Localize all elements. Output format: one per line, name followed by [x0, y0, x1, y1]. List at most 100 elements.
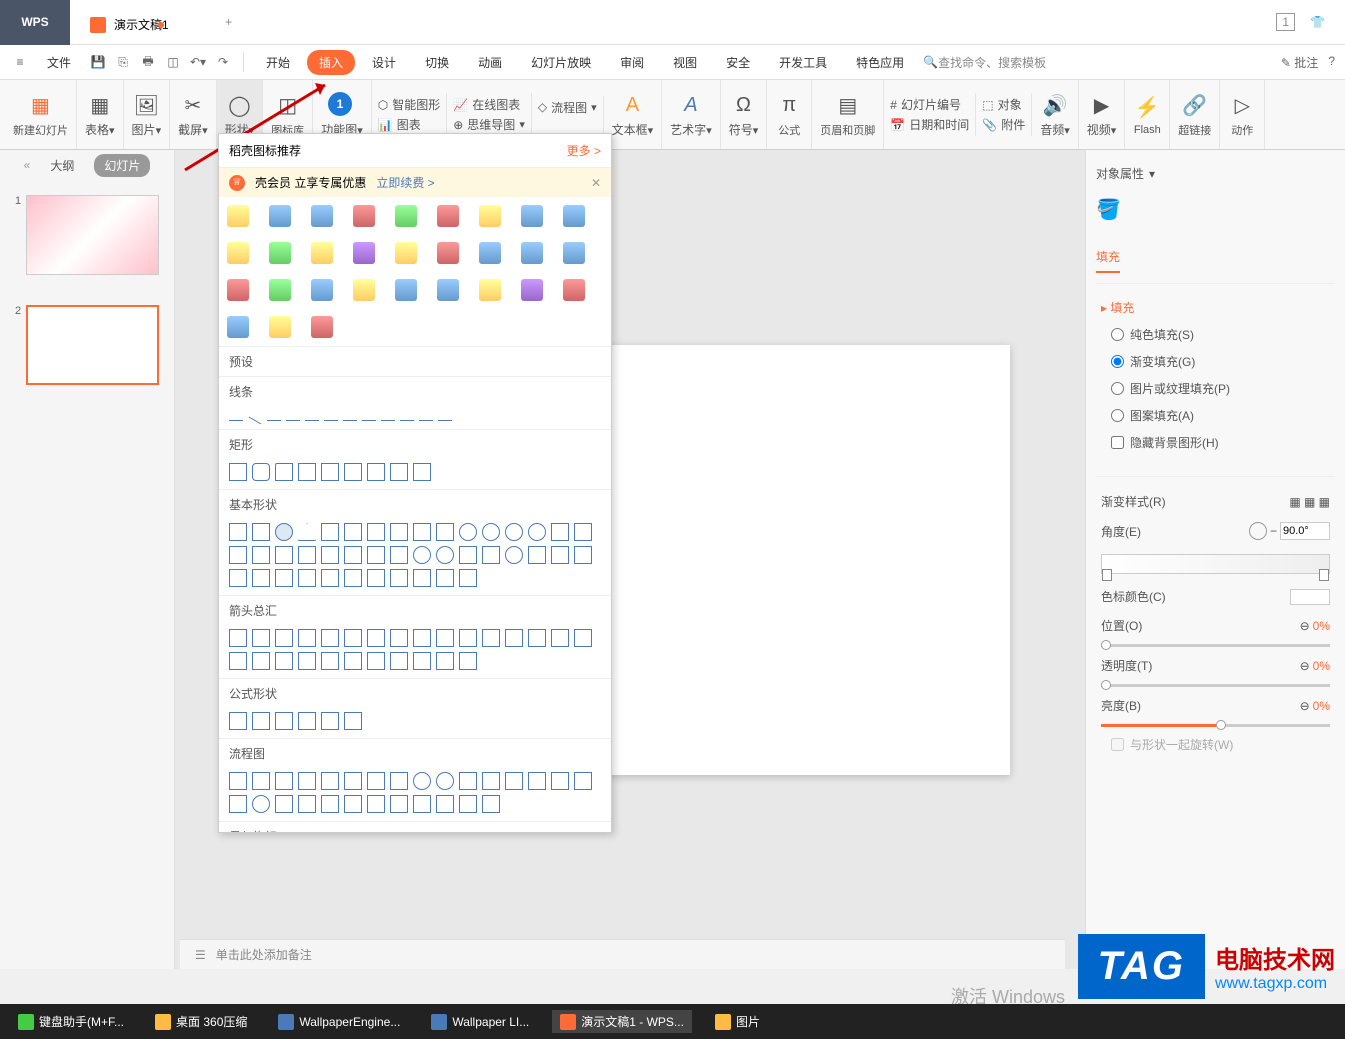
brightness-slider[interactable] — [1101, 720, 1330, 731]
close-banner-icon[interactable]: ✕ — [591, 176, 601, 190]
shape-arrow[interactable] — [298, 629, 316, 647]
wps-logo[interactable]: WPS — [0, 0, 70, 45]
shape-arrow[interactable] — [413, 652, 431, 670]
transparency-slider[interactable] — [1101, 680, 1330, 691]
shape-basic[interactable] — [482, 546, 500, 564]
shape-arrow[interactable] — [252, 652, 270, 670]
shirt-icon[interactable]: 👕 — [1310, 15, 1325, 29]
deco-icon[interactable] — [227, 316, 249, 338]
shape-oval[interactable] — [275, 523, 293, 541]
menu-special[interactable]: 特色应用 — [844, 50, 916, 75]
radio-pattern[interactable]: 图案填充(A) — [1101, 402, 1330, 429]
shape-flow[interactable] — [574, 772, 592, 790]
shape-flow[interactable] — [229, 795, 247, 813]
shape-line[interactable] — [400, 420, 414, 421]
deco-icon[interactable] — [227, 242, 249, 264]
shape-basic[interactable] — [298, 569, 316, 587]
shape-basic[interactable] — [252, 523, 270, 541]
deco-icon[interactable] — [269, 242, 291, 264]
deco-icon[interactable] — [479, 279, 501, 301]
shape-flow[interactable] — [459, 795, 477, 813]
shape-rect[interactable] — [321, 463, 339, 481]
minus-button[interactable]: − — [1270, 524, 1277, 538]
shape-flow[interactable] — [367, 772, 385, 790]
shape-flow[interactable] — [275, 795, 293, 813]
radio-picture[interactable]: 图片或纹理填充(P) — [1101, 375, 1330, 402]
angle-input[interactable] — [1280, 522, 1330, 540]
shape-basic[interactable] — [436, 569, 454, 587]
deco-icon[interactable] — [437, 279, 459, 301]
deco-icon[interactable] — [395, 205, 417, 227]
menu-file[interactable]: 文件 — [35, 50, 83, 75]
tab-outline[interactable]: 大纲 — [40, 154, 84, 177]
save-as-icon[interactable]: ⎘ — [113, 52, 133, 72]
help-icon[interactable]: ? — [1328, 54, 1335, 71]
taskbar-item[interactable]: 图片 — [707, 1010, 768, 1033]
deco-icon[interactable] — [395, 279, 417, 301]
check-rotate[interactable]: 与形状一起旋转(W) — [1101, 731, 1330, 758]
menu-slideshow[interactable]: 幻灯片放映 — [519, 50, 603, 75]
dec-button-2[interactable]: ⊖ — [1300, 659, 1310, 673]
position-slider[interactable] — [1101, 640, 1330, 651]
shape-flow[interactable] — [321, 772, 339, 790]
shape-flow[interactable] — [482, 795, 500, 813]
shape-basic[interactable] — [321, 523, 339, 541]
deco-icon[interactable] — [395, 242, 417, 264]
shape-arrow[interactable] — [551, 629, 569, 647]
shape-basic[interactable] — [459, 569, 477, 587]
menu-design[interactable]: 设计 — [360, 50, 408, 75]
shape-eq[interactable] — [275, 712, 293, 730]
tab-slides[interactable]: 幻灯片 — [94, 154, 150, 177]
fill-bucket-icon[interactable]: 🪣 — [1096, 199, 1121, 221]
shape-basic[interactable] — [252, 546, 270, 564]
shape-line[interactable] — [286, 420, 300, 421]
menu-dev[interactable]: 开发工具 — [767, 50, 839, 75]
shape-basic[interactable] — [413, 569, 431, 587]
shape-arrow[interactable] — [436, 652, 454, 670]
tool-flowchart[interactable]: ◇流程图▾ — [538, 99, 597, 116]
shape-basic[interactable] — [321, 546, 339, 564]
slide-thumb-1[interactable]: 1 — [10, 190, 164, 280]
tool-table[interactable]: ▦ 表格▾ — [77, 80, 124, 149]
deco-icon[interactable] — [353, 279, 375, 301]
notes-bar[interactable]: ☰ 单击此处添加备注 — [180, 939, 1065, 969]
deco-icon[interactable] — [311, 205, 333, 227]
deco-icon[interactable] — [227, 205, 249, 227]
menu-security[interactable]: 安全 — [714, 50, 762, 75]
shape-flow[interactable] — [390, 795, 408, 813]
tool-header-footer[interactable]: ▤ 页眉和页脚 — [812, 80, 884, 149]
tool-textbox[interactable]: A 文本框▾ — [604, 80, 663, 149]
tool-online-chart[interactable]: 📈在线图表 — [453, 96, 525, 113]
shape-basic[interactable] — [321, 569, 339, 587]
print-preview-icon[interactable]: ◫ — [163, 52, 183, 72]
deco-icon[interactable] — [479, 205, 501, 227]
section-fill-title[interactable]: ▸ 填充 — [1101, 294, 1330, 321]
shape-flow[interactable] — [321, 795, 339, 813]
deco-icon[interactable] — [269, 279, 291, 301]
undo-icon[interactable]: ↶▾ — [188, 52, 208, 72]
shape-flow[interactable] — [344, 772, 362, 790]
shape-arrow[interactable] — [229, 652, 247, 670]
shape-rect[interactable] — [367, 463, 385, 481]
shape-flow[interactable] — [413, 795, 431, 813]
shape-basic[interactable] — [229, 569, 247, 587]
taskbar-item[interactable]: 演示文稿1 - WPS... — [552, 1010, 692, 1033]
shape-arrow[interactable] — [298, 652, 316, 670]
shape-basic[interactable] — [390, 546, 408, 564]
shape-basic[interactable] — [298, 523, 316, 541]
shape-basic[interactable] — [528, 523, 546, 541]
shape-flow[interactable] — [367, 795, 385, 813]
annotate-button[interactable]: ✎ 批注 — [1281, 54, 1318, 71]
shape-line[interactable] — [305, 420, 319, 421]
deco-icon[interactable] — [353, 242, 375, 264]
menu-start[interactable]: 开始 — [254, 50, 302, 75]
angle-dial-icon[interactable] — [1249, 522, 1267, 540]
deco-icon[interactable] — [311, 279, 333, 301]
shape-basic[interactable] — [344, 523, 362, 541]
shape-arrow[interactable] — [367, 652, 385, 670]
file-tab[interactable]: 演示文稿1 — [80, 7, 199, 42]
shape-flow[interactable] — [436, 795, 454, 813]
tool-wordart[interactable]: A 艺术字▾ — [662, 80, 721, 149]
menu-review[interactable]: 审阅 — [608, 50, 656, 75]
shape-eq[interactable] — [229, 712, 247, 730]
